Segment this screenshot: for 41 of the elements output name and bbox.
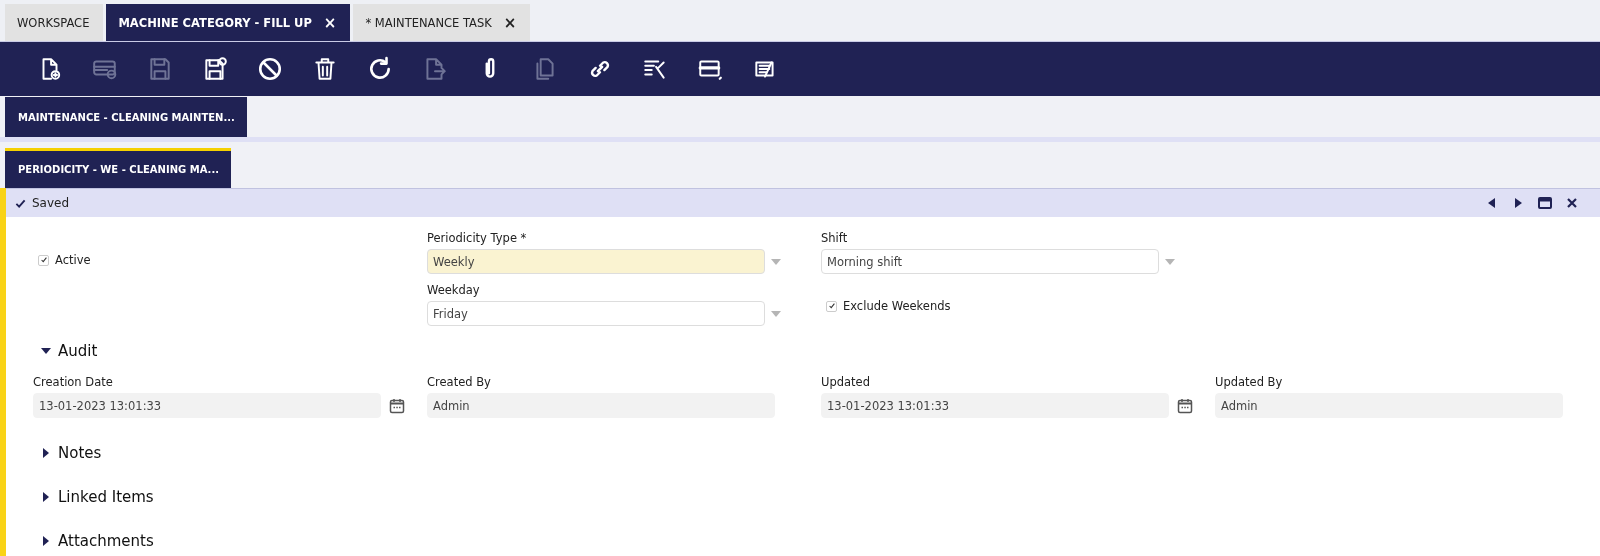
document-tab[interactable]: MACHINE CATEGORY - FILL UP × bbox=[106, 4, 351, 41]
field-label: Updated bbox=[821, 375, 871, 389]
status-text: Saved bbox=[15, 196, 70, 210]
next-icon[interactable] bbox=[1512, 197, 1524, 209]
field-label: Updated By bbox=[1215, 375, 1284, 389]
readonly-field: 13-01-2023 13:01:33 bbox=[33, 393, 381, 418]
dropdown-field[interactable]: Morning shift bbox=[821, 249, 1159, 274]
field-label: Shift bbox=[821, 231, 849, 245]
section-header[interactable]: Audit bbox=[33, 329, 241, 373]
caret-down-icon[interactable] bbox=[41, 346, 51, 356]
check-icon bbox=[15, 197, 26, 209]
document-tab[interactable]: WORKSPACE bbox=[5, 4, 104, 41]
document-tab[interactable]: * MAINTENANCE TASK × bbox=[353, 4, 531, 41]
dropdown-field[interactable]: Friday bbox=[427, 301, 765, 326]
readonly-field: Admin bbox=[1215, 393, 1563, 418]
checkbox[interactable] bbox=[38, 254, 49, 266]
close-icon[interactable]: × bbox=[503, 13, 517, 32]
field-label: Creation Date bbox=[33, 375, 114, 389]
record-tab[interactable]: MAINTENANCE - CLEANING MAINTEN... bbox=[5, 97, 247, 137]
caret-right-icon[interactable] bbox=[41, 448, 51, 458]
dropdown-field[interactable]: Weekly bbox=[427, 249, 765, 274]
close-icon[interactable]: × bbox=[323, 13, 337, 32]
caret-right-icon[interactable] bbox=[41, 536, 51, 546]
readonly-field: 13-01-2023 13:01:33 bbox=[821, 393, 1169, 418]
field-label: Weekday bbox=[427, 283, 481, 297]
previous-icon[interactable] bbox=[1486, 197, 1498, 209]
calendar-icon[interactable] bbox=[1177, 397, 1193, 414]
close-icon[interactable] bbox=[1566, 197, 1578, 209]
readonly-field: Admin bbox=[427, 393, 775, 418]
maximize-icon[interactable] bbox=[1538, 197, 1552, 209]
calendar-icon[interactable] bbox=[389, 397, 405, 414]
caret-right-icon[interactable] bbox=[41, 492, 51, 502]
checkbox[interactable] bbox=[826, 300, 837, 312]
section-header[interactable]: Notes bbox=[33, 431, 241, 475]
section-header[interactable]: Linked Items bbox=[33, 475, 241, 519]
field-label: Periodicity Type * bbox=[427, 231, 528, 245]
checkbox-label: Exclude Weekends bbox=[843, 299, 951, 313]
field-label: Created By bbox=[427, 375, 492, 389]
checkbox-label: Active bbox=[55, 253, 91, 267]
section-header[interactable]: Attachments bbox=[33, 519, 241, 556]
record-tab[interactable]: PERIODICITY - WE - CLEANING MA... bbox=[5, 148, 231, 188]
